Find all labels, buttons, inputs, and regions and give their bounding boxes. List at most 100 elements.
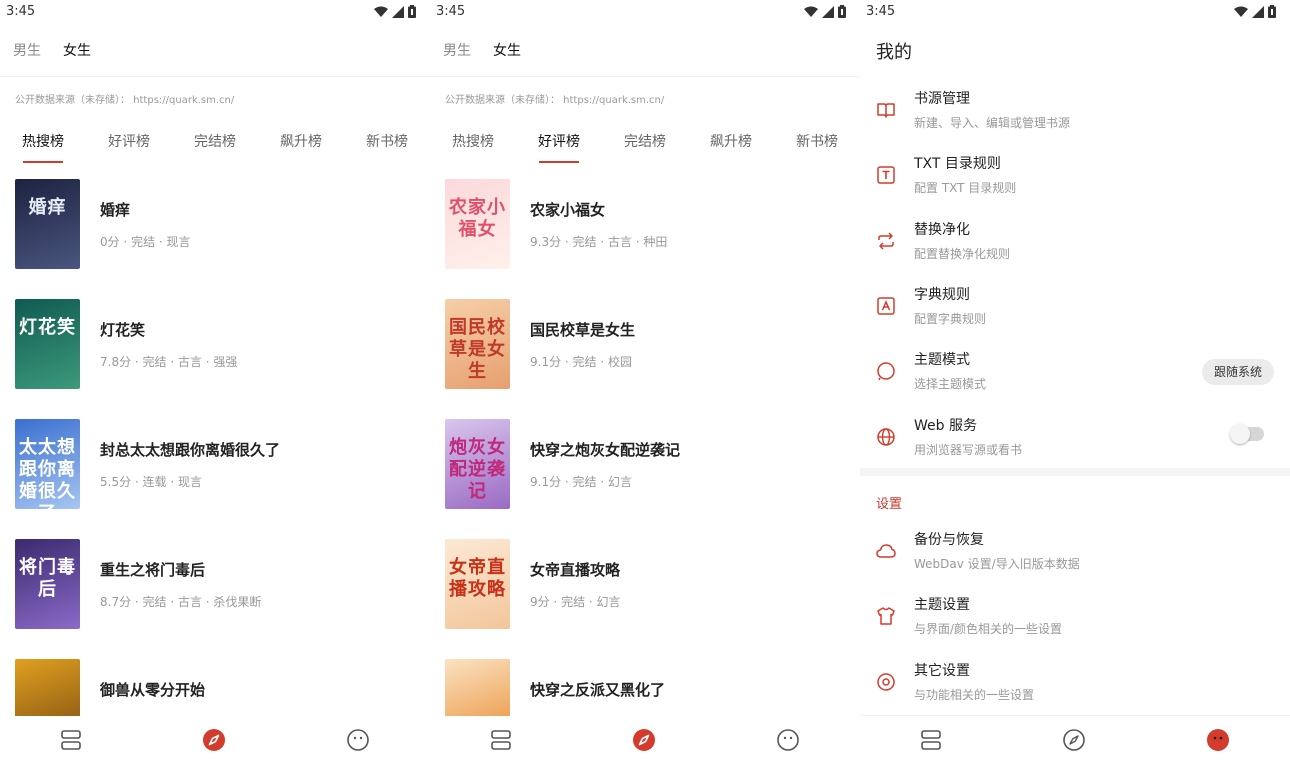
toggle-knob <box>1230 424 1250 444</box>
book-title: 快穿之炮灰女配逆袭记 <box>530 441 681 459</box>
settings-icon <box>877 673 895 691</box>
tab-finished[interactable]: 完结榜 <box>194 131 236 151</box>
tab-new[interactable]: 新书榜 <box>366 131 408 151</box>
menu-dictionary[interactable]: 字典规则 配置字典规则 <box>860 284 1290 346</box>
gender-switch: 男生 女生 <box>443 40 521 60</box>
wifi-icon <box>804 6 818 17</box>
my-icon <box>1207 729 1229 751</box>
globe-icon <box>877 428 895 446</box>
explore-icon <box>1063 729 1085 751</box>
book-cover: 婚痒 <box>15 179 80 269</box>
bookshelf-icon <box>491 730 511 750</box>
book-meta: 7.8分 · 完结 · 古言 · 强强 <box>100 355 238 369</box>
tab-new[interactable]: 新书榜 <box>796 131 838 151</box>
nav-explore[interactable] <box>1062 728 1086 752</box>
dictionary-icon <box>877 297 895 315</box>
tab-hot[interactable]: 热搜榜 <box>22 131 64 163</box>
source-note: 公开数据来源（未存储）： https://quark.sm.cn/ <box>445 95 665 106</box>
battery-icon <box>838 5 846 18</box>
replace-icon <box>878 232 894 250</box>
discover-screen-hot: 3:45 男生 女生 公开数据来源（未存储）： https://quark.sm… <box>0 0 430 764</box>
book-cover: 炮灰女配逆袭记 <box>445 419 510 509</box>
menu-txt-rules[interactable]: TXT 目录规则 配置 TXT 目录规则 <box>860 153 1290 215</box>
menu-theme-mode[interactable]: 主题模式 选择主题模式 跟随系统 <box>860 349 1290 411</box>
tab-rated[interactable]: 好评榜 <box>538 131 580 163</box>
discover-screen-rated: 3:45 男生 女生 公开数据来源（未存储）： https://quark.sm… <box>430 0 860 764</box>
book-cover: 将门毒后 <box>15 539 80 629</box>
book-item[interactable]: 国民校草是女生 国民校草是女生 9.1分 · 完结 · 校园 <box>430 299 860 389</box>
status-icons <box>804 5 846 18</box>
book-item[interactable]: 御兽从零分开始 <box>0 659 430 716</box>
explore-icon <box>633 729 655 751</box>
wifi-icon <box>1234 6 1248 17</box>
bookshelf-icon <box>61 730 81 750</box>
book-title: 封总太太想跟你离婚很久了 <box>100 441 281 459</box>
nav-bookshelf[interactable] <box>59 728 83 752</box>
theme-mode-value[interactable]: 跟随系统 <box>1201 359 1274 385</box>
gender-female-tab[interactable]: 女生 <box>493 40 521 60</box>
book-title: 御兽从零分开始 <box>100 681 206 699</box>
bookshelf-icon <box>921 730 941 750</box>
source-note: 公开数据来源（未存储）： https://quark.sm.cn/ <box>15 95 235 106</box>
shirt-icon <box>877 607 895 625</box>
book-meta: 9分 · 完结 · 幻言 <box>530 595 621 609</box>
tab-finished[interactable]: 完结榜 <box>624 131 666 151</box>
nav-explore[interactable] <box>202 728 226 752</box>
gender-male-tab[interactable]: 男生 <box>443 40 471 60</box>
page-title: 我的 <box>876 42 912 63</box>
status-icons <box>374 5 416 18</box>
status-time: 3:45 <box>866 4 896 19</box>
book-item[interactable]: 太太想跟你离婚很久了 封总太太想跟你离婚很久了 5.5分 · 连载 · 现言 <box>0 419 430 509</box>
txt-icon <box>877 166 895 184</box>
nav-explore[interactable] <box>632 728 656 752</box>
nav-bookshelf[interactable] <box>489 728 513 752</box>
book-item[interactable]: 将门毒后 重生之将门毒后 8.7分 · 完结 · 古言 · 杀伐果断 <box>0 539 430 629</box>
tab-rising[interactable]: 飙升榜 <box>710 131 752 151</box>
nav-my[interactable] <box>776 728 800 752</box>
status-bar: 3:45 <box>0 0 430 24</box>
menu-other-settings[interactable]: 其它设置 与功能相关的一些设置 <box>860 660 1290 722</box>
book-title: 农家小福女 <box>530 201 606 219</box>
battery-icon <box>1268 5 1276 18</box>
book-item[interactable]: 快穿之反派又黑化了 <box>430 659 860 716</box>
book-item[interactable]: 灯花笑 灯花笑 7.8分 · 完结 · 古言 · 强强 <box>0 299 430 389</box>
book-cover: 灯花笑 <box>15 299 80 389</box>
bottom-nav <box>0 716 430 764</box>
tab-rising[interactable]: 飙升榜 <box>280 131 322 151</box>
gender-male-tab[interactable]: 男生 <box>13 40 41 60</box>
book-item[interactable]: 婚痒 婚痒 0分 · 完结 · 现言 <box>0 179 430 269</box>
book-item[interactable]: 炮灰女配逆袭记 快穿之炮灰女配逆袭记 9.1分 · 完结 · 幻言 <box>430 419 860 509</box>
nav-bookshelf[interactable] <box>919 728 943 752</box>
book-icon <box>877 103 895 118</box>
book-item[interactable]: 农家小福女 农家小福女 9.3分 · 完结 · 古言 · 种田 <box>430 179 860 269</box>
my-icon <box>347 729 369 751</box>
menu-backup[interactable]: 备份与恢复 WebDav 设置/导入旧版本数据 <box>860 529 1290 591</box>
nav-my[interactable] <box>346 728 370 752</box>
gender-female-tab[interactable]: 女生 <box>63 40 91 60</box>
book-title: 女帝直播攻略 <box>530 561 621 579</box>
nav-my[interactable] <box>1206 728 1230 752</box>
book-list: 农家小福女 农家小福女 9.3分 · 完结 · 古言 · 种田 国民校草是女生 国民校… <box>430 179 860 716</box>
book-list: 婚痒 婚痒 0分 · 完结 · 现言 灯花笑 灯花笑 7.8分 · 完结 · 古言 · … <box>0 179 430 716</box>
menu-book-source[interactable]: 书源管理 新建、导入、编辑或管理书源 <box>860 88 1290 150</box>
rank-tabs: 热搜榜 好评榜 完结榜 飙升榜 新书榜 <box>0 131 430 163</box>
tab-rated[interactable]: 好评榜 <box>108 131 150 151</box>
settings-section-title: 设置 <box>876 497 903 512</box>
section-divider <box>860 468 1290 476</box>
book-item[interactable]: 女帝直播攻略 女帝直播攻略 9分 · 完结 · 幻言 <box>430 539 860 629</box>
book-meta: 9.1分 · 完结 · 幻言 <box>530 475 632 489</box>
web-service-toggle[interactable] <box>1230 424 1264 444</box>
book-cover <box>15 659 80 716</box>
book-cover: 女帝直播攻略 <box>445 539 510 629</box>
gender-switch: 男生 女生 <box>13 40 91 60</box>
my-screen: 3:45 我的 书源管理 新建、导入、编辑或管理书源 TXT 目录规则 配置 T… <box>860 0 1290 764</box>
cloud-icon <box>876 544 896 558</box>
menu-replace[interactable]: 替换净化 配置替换净化规则 <box>860 219 1290 281</box>
status-time: 3:45 <box>436 4 466 19</box>
bottom-nav <box>430 716 860 764</box>
menu-theme-settings[interactable]: 主题设置 与界面/颜色相关的一些设置 <box>860 594 1290 656</box>
signal-icon <box>392 5 404 18</box>
status-bar: 3:45 <box>430 0 860 24</box>
tab-hot[interactable]: 热搜榜 <box>452 131 494 151</box>
signal-icon <box>822 5 834 18</box>
